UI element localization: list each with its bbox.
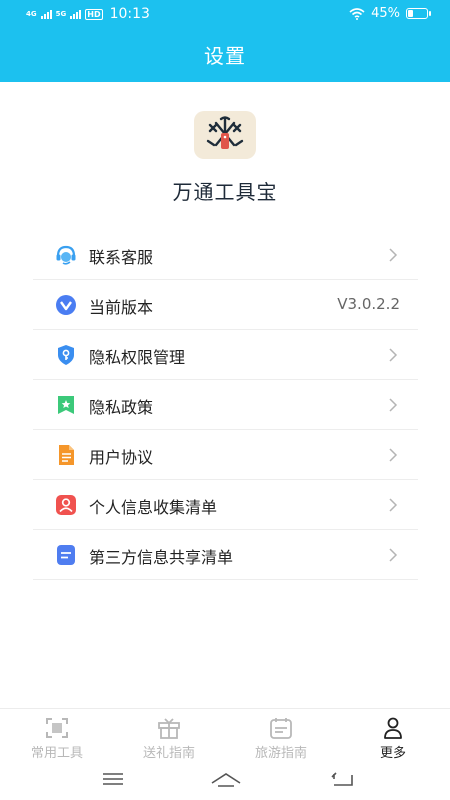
- gift-icon: [158, 718, 180, 739]
- menu-label: 用户协议: [89, 448, 154, 467]
- chevron-right-icon: [389, 448, 398, 462]
- menu-label: 隐私权限管理: [89, 348, 186, 367]
- app-name: 万通工具宝: [172, 180, 278, 204]
- privacy-permission-icon: [58, 345, 74, 365]
- version-value: V3.0.2.2: [337, 295, 400, 313]
- third-party-share-icon: [57, 545, 75, 565]
- bottom-tab-bar: 常用工具 送礼指南 旅游指南 更多: [0, 708, 450, 763]
- battery-icon: [406, 8, 431, 19]
- user-icon: [384, 717, 402, 739]
- tab-common-tools[interactable]: 常用工具: [2, 717, 112, 761]
- menu-personal-info-list[interactable]: 个人信息收集清单: [33, 480, 418, 530]
- version-icon: [56, 295, 76, 315]
- customer-service-icon: [56, 245, 76, 265]
- settings-list: 联系客服 当前版本 V3.0.2.2 隐私权限管理 隐私政策 用户协议 个人信息…: [33, 230, 418, 580]
- chevron-right-icon: [389, 498, 398, 512]
- scan-tools-icon: [46, 718, 68, 738]
- menu-user-agreement[interactable]: 用户协议: [33, 430, 418, 480]
- network-5g-label: 5G: [55, 9, 67, 18]
- tab-label: 更多: [379, 746, 406, 761]
- chevron-right-icon: [389, 248, 398, 262]
- tab-more[interactable]: 更多: [338, 717, 448, 761]
- menu-privacy-permission[interactable]: 隐私权限管理: [33, 330, 418, 380]
- tab-label: 送礼指南: [142, 746, 195, 761]
- privacy-policy-icon: [58, 396, 74, 414]
- menu-privacy-policy[interactable]: 隐私政策: [33, 380, 418, 430]
- user-agreement-icon: [59, 445, 74, 465]
- menu-label: 隐私政策: [89, 398, 154, 417]
- network-4g-label: 4G: [26, 9, 37, 18]
- menu-label: 个人信息收集清单: [89, 498, 218, 517]
- status-left: 4G 5G HD 10:13: [26, 6, 150, 22]
- menu-third-party-share-list[interactable]: 第三方信息共享清单: [33, 530, 418, 580]
- tab-label: 常用工具: [30, 746, 83, 761]
- menu-contact-support[interactable]: 联系客服: [33, 230, 418, 280]
- tab-label: 旅游指南: [254, 746, 307, 761]
- menu-icon[interactable]: [102, 769, 124, 789]
- system-nav-bar: [0, 763, 450, 800]
- menu-label: 联系客服: [89, 248, 154, 267]
- status-time: 10:13: [109, 6, 150, 22]
- tab-gift-guide[interactable]: 送礼指南: [114, 717, 224, 761]
- menu-label: 第三方信息共享清单: [89, 548, 234, 567]
- chevron-right-icon: [389, 398, 398, 412]
- wifi-icon: [349, 7, 365, 20]
- chevron-right-icon: [389, 548, 398, 562]
- header-bar: 4G 5G HD 10:13 45% 设置: [0, 0, 450, 82]
- hd-badge: HD: [85, 8, 103, 20]
- menu-label: 当前版本: [89, 298, 154, 317]
- status-bar: 4G 5G HD 10:13 45%: [0, 0, 450, 28]
- personal-info-icon: [56, 495, 76, 515]
- battery-percent: 45%: [371, 6, 400, 21]
- signal-icon-2: [70, 9, 82, 19]
- tab-travel-guide[interactable]: 旅游指南: [226, 717, 336, 761]
- tools-logo-icon: [194, 111, 256, 159]
- home-icon[interactable]: [210, 769, 242, 789]
- back-icon[interactable]: [330, 769, 356, 789]
- menu-current-version[interactable]: 当前版本 V3.0.2.2: [33, 280, 418, 330]
- signal-icon: [40, 9, 52, 19]
- calendar-icon: [270, 718, 292, 739]
- status-right: 45%: [349, 6, 431, 21]
- page-title: 设置: [204, 44, 246, 68]
- chevron-right-icon: [389, 348, 398, 362]
